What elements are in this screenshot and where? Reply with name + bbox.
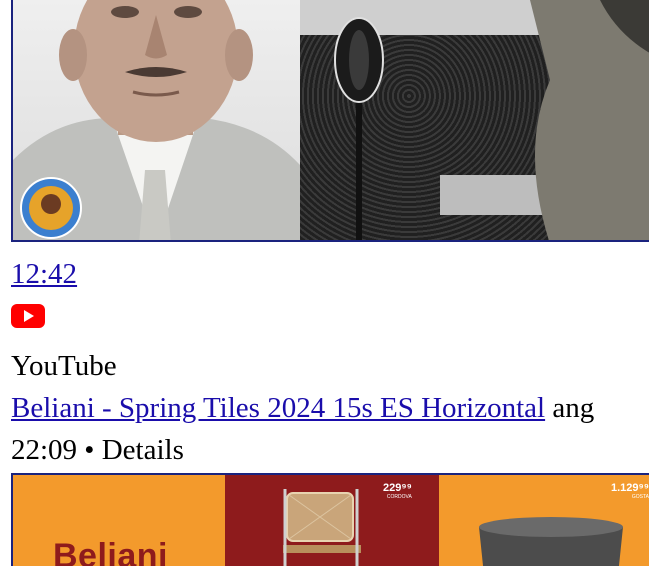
video-thumbnail-beliani[interactable]: Beliani 229⁹⁹ CORDOVA 1.129⁹⁹ GOSTA — [11, 473, 649, 566]
brand-panel: Beliani — [13, 475, 225, 566]
portrait-photo — [13, 0, 300, 240]
video-thumbnail[interactable] — [11, 0, 649, 242]
video-title-row: Beliani - Spring Tiles 2024 15s ES Horiz… — [11, 390, 594, 426]
youtube-icon — [11, 304, 45, 328]
source-name: YouTube — [11, 350, 117, 382]
video-meta: 22:09 • Details — [11, 434, 184, 466]
portrait-illustration — [13, 0, 300, 240]
duration-link[interactable]: 12:42 — [11, 258, 77, 290]
price-tag-chair: 229⁹⁹ CORDOVA — [383, 482, 412, 501]
beliani-logo: Beliani — [53, 537, 168, 566]
video-duration[interactable]: 12:42 — [11, 256, 77, 292]
price-tag-bathtub: 1.129⁹⁹ GOSTA — [611, 482, 649, 501]
video-title-link[interactable]: Beliani - Spring Tiles 2024 15s ES Horiz… — [11, 392, 545, 424]
crowd-photo — [300, 0, 649, 240]
microphone-illustration — [300, 0, 649, 240]
video-title-suffix: ang — [552, 392, 595, 424]
